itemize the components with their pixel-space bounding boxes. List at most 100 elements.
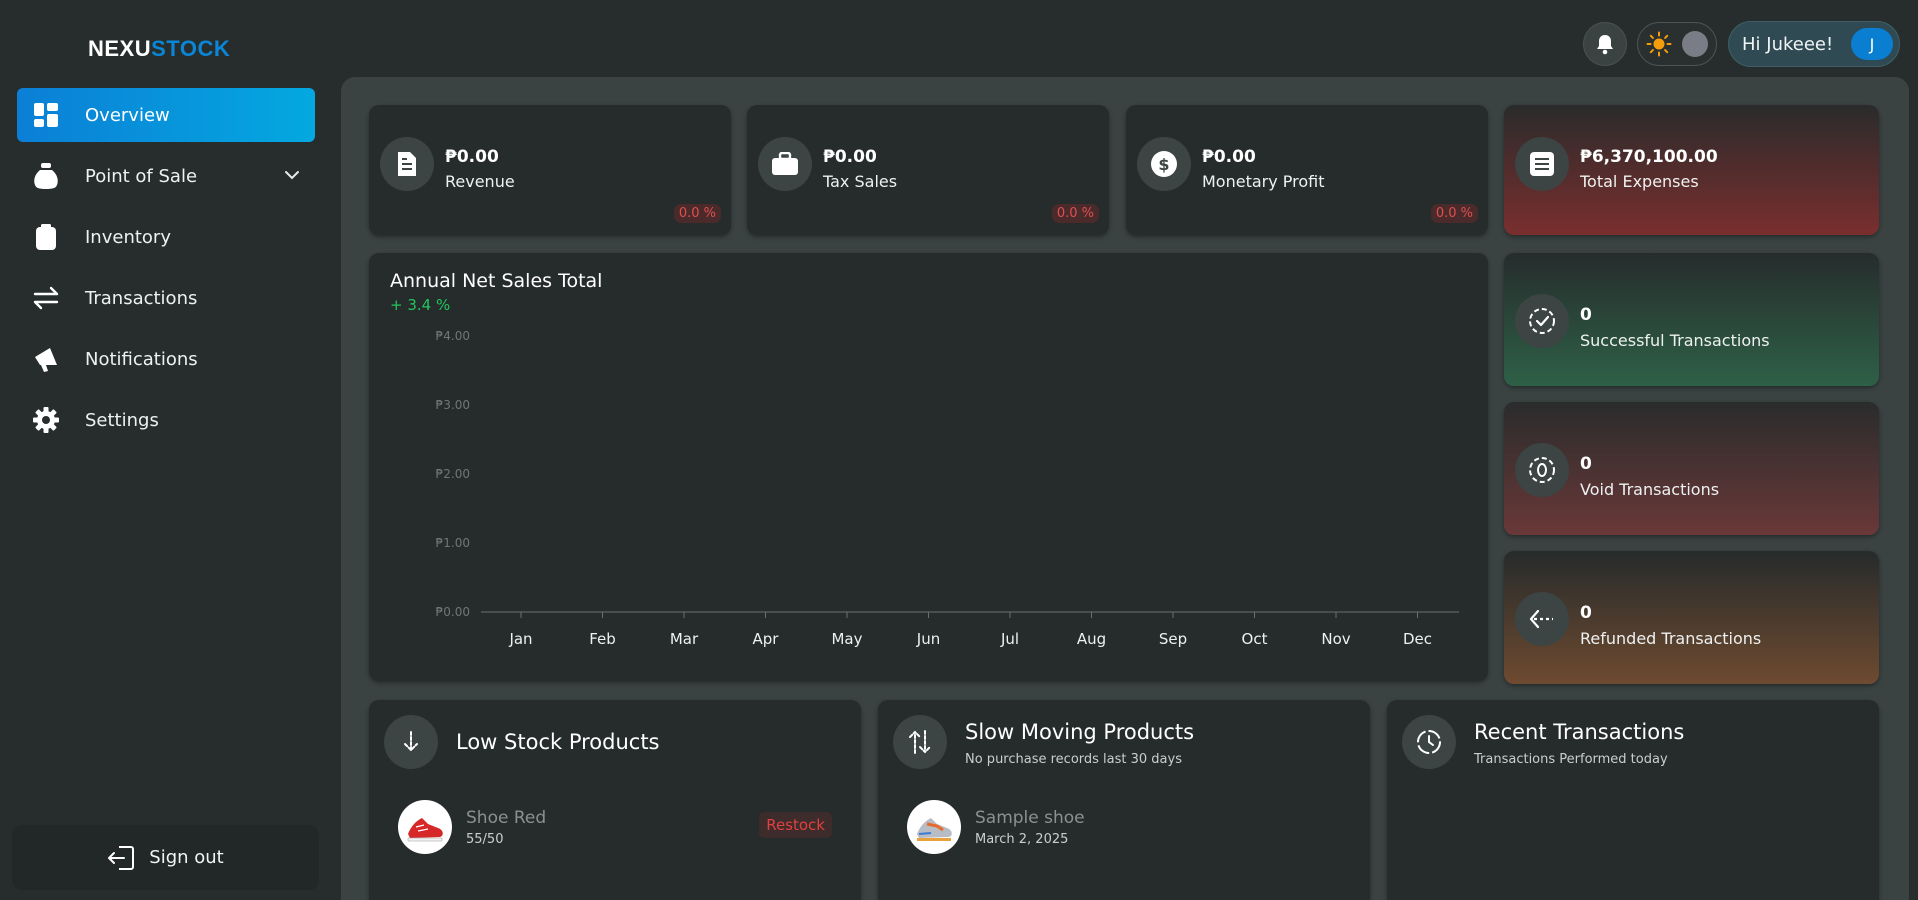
successful-transactions-value: 0 (1580, 305, 1592, 325)
recent-transactions-title: Recent Transactions (1474, 720, 1685, 744)
clipboard-icon (31, 222, 61, 252)
y-tick-label: ₱3.00 (436, 398, 470, 412)
swap-arrows-icon (31, 283, 61, 313)
user-menu[interactable]: Hi Jukeee! J (1728, 21, 1900, 67)
tax-sales-value: ₱0.00 (823, 147, 877, 167)
tax-sales-card: ₱0.00 Tax Sales 0.0 % (747, 105, 1109, 235)
x-tick-label: Mar (670, 630, 699, 648)
sign-out-label: Sign out (149, 847, 224, 868)
successful-transactions-card: 0 Successful Transactions (1504, 253, 1879, 386)
sidebar-item-label: Settings (85, 409, 159, 431)
restock-button[interactable]: Restock (759, 812, 832, 838)
sidebar-item-notifications[interactable]: Notifications (17, 332, 315, 386)
slow-moving-subtitle: No purchase records last 30 days (965, 752, 1182, 767)
sort-arrows-icon (893, 715, 947, 769)
sidebar-item-label: Inventory (85, 226, 171, 248)
x-tick-label: Feb (589, 630, 616, 648)
monetary-profit-label: Monetary Profit (1202, 172, 1325, 191)
logo-text-nexu: NEXU (88, 36, 152, 61)
dashboard-icon (31, 100, 61, 130)
y-tick-label: ₱4.00 (436, 329, 470, 343)
chevron-down-icon[interactable] (283, 166, 301, 189)
sidebar-item-label: Point of Sale (85, 165, 198, 187)
x-tick-label: Jul (1000, 630, 1019, 648)
void-transactions-card: 0 Void Transactions (1504, 402, 1879, 535)
slow-moving-title: Slow Moving Products (965, 720, 1195, 744)
logo-text-stock: STOCK (151, 36, 231, 61)
refunded-transactions-card: 0 Refunded Transactions (1504, 551, 1879, 684)
product-image (398, 800, 452, 854)
list-item[interactable]: Shoe Red 55/50 Restock (398, 798, 832, 856)
revenue-value: ₱0.00 (445, 147, 499, 167)
revenue-label: Revenue (445, 172, 515, 191)
monetary-profit-change-badge: 0.0 % (1430, 204, 1478, 223)
arrow-down-icon (384, 715, 438, 769)
notifications-bell-button[interactable] (1583, 22, 1627, 66)
sidebar-nav: Overview Point of Sale Inventory Transac… (17, 88, 315, 454)
refunded-transactions-label: Refunded Transactions (1580, 629, 1762, 648)
product-image (907, 800, 961, 854)
svg-text:$: $ (1158, 155, 1169, 174)
avatar[interactable]: J (1851, 28, 1893, 60)
y-tick-label: ₱0.00 (436, 605, 470, 619)
void-transactions-label: Void Transactions (1580, 480, 1720, 499)
bell-icon (1597, 35, 1613, 55)
recent-transactions-subtitle: Transactions Performed today (1474, 752, 1668, 767)
megaphone-icon (31, 344, 61, 374)
sign-out-icon (108, 845, 135, 870)
x-tick-label: Jun (916, 630, 940, 648)
briefcase-icon (758, 137, 812, 191)
monetary-profit-value: ₱0.00 (1202, 147, 1256, 167)
x-tick-label: Dec (1403, 630, 1432, 648)
app-logo[interactable]: NEXUSTOCK (88, 36, 230, 62)
revenue-change-badge: 0.0 % (673, 204, 721, 223)
void-circle-icon (1515, 443, 1569, 497)
low-stock-products-card: Low Stock Products Shoe Red 55/50 Restoc… (369, 700, 861, 900)
theme-toggle[interactable] (1637, 22, 1717, 66)
sidebar-item-label: Notifications (85, 348, 198, 370)
x-tick-label: Nov (1321, 630, 1350, 648)
tax-sales-change-badge: 0.0 % (1051, 204, 1099, 223)
check-circle-icon (1515, 294, 1569, 348)
annual-net-sales-chart: Annual Net Sales Total + 3.4 % ₱0.00 ₱1.0… (369, 253, 1488, 681)
tax-sales-label: Tax Sales (823, 172, 898, 191)
total-expenses-card: ₱6,370,100.00 Total Expenses (1504, 105, 1879, 235)
revenue-card: ₱0.00 Revenue 0.0 % (369, 105, 731, 235)
x-tick-label: Jan (508, 630, 532, 648)
theme-toggle-knob[interactable] (1682, 31, 1708, 57)
sidebar-item-overview[interactable]: Overview (17, 88, 315, 142)
low-stock-title: Low Stock Products (456, 730, 660, 754)
slow-moving-products-card: Slow Moving Products No purchase records… (878, 700, 1370, 900)
dollar-coin-icon: $ (1137, 137, 1191, 191)
list-item[interactable]: Sample shoe March 2, 2025 (907, 798, 1341, 856)
x-tick-label: Apr (753, 630, 780, 648)
list-icon (1515, 137, 1569, 191)
x-tick-label: Sep (1159, 630, 1187, 648)
history-clock-icon (1402, 715, 1456, 769)
x-tick-label: May (831, 630, 862, 648)
sidebar-item-point-of-sale[interactable]: Point of Sale (17, 149, 315, 203)
sidebar-item-label: Overview (85, 104, 170, 126)
y-tick-label: ₱1.00 (436, 536, 470, 550)
sign-out-button[interactable]: Sign out (12, 825, 319, 890)
product-name: Shoe Red (466, 808, 547, 828)
sidebar-item-inventory[interactable]: Inventory (17, 210, 315, 264)
user-greeting: Hi Jukeee! (1742, 33, 1834, 55)
product-name: Sample shoe (975, 808, 1085, 828)
sun-icon (1646, 31, 1672, 57)
gear-icon (31, 405, 61, 435)
total-expenses-label: Total Expenses (1580, 172, 1699, 191)
main-content: ₱0.00 Revenue 0.0 % ₱0.00 Tax Sales 0.0 … (341, 77, 1909, 900)
sidebar-item-settings[interactable]: Settings (17, 393, 315, 447)
document-icon (380, 137, 434, 191)
sidebar-item-label: Transactions (85, 287, 198, 309)
refunded-transactions-value: 0 (1580, 603, 1592, 623)
recent-transactions-card: Recent Transactions Transactions Perform… (1387, 700, 1879, 900)
money-bag-icon (31, 161, 61, 191)
arrow-back-icon (1515, 592, 1569, 646)
sidebar-item-transactions[interactable]: Transactions (17, 271, 315, 325)
successful-transactions-label: Successful Transactions (1580, 331, 1770, 350)
total-expenses-value: ₱6,370,100.00 (1580, 147, 1718, 167)
product-stock: 55/50 (466, 832, 504, 847)
chart-plot: ₱0.00 ₱1.00 ₱2.00 ₱3.00 ₱4.00 Jan Feb Mar Apr May… (436, 329, 1459, 648)
